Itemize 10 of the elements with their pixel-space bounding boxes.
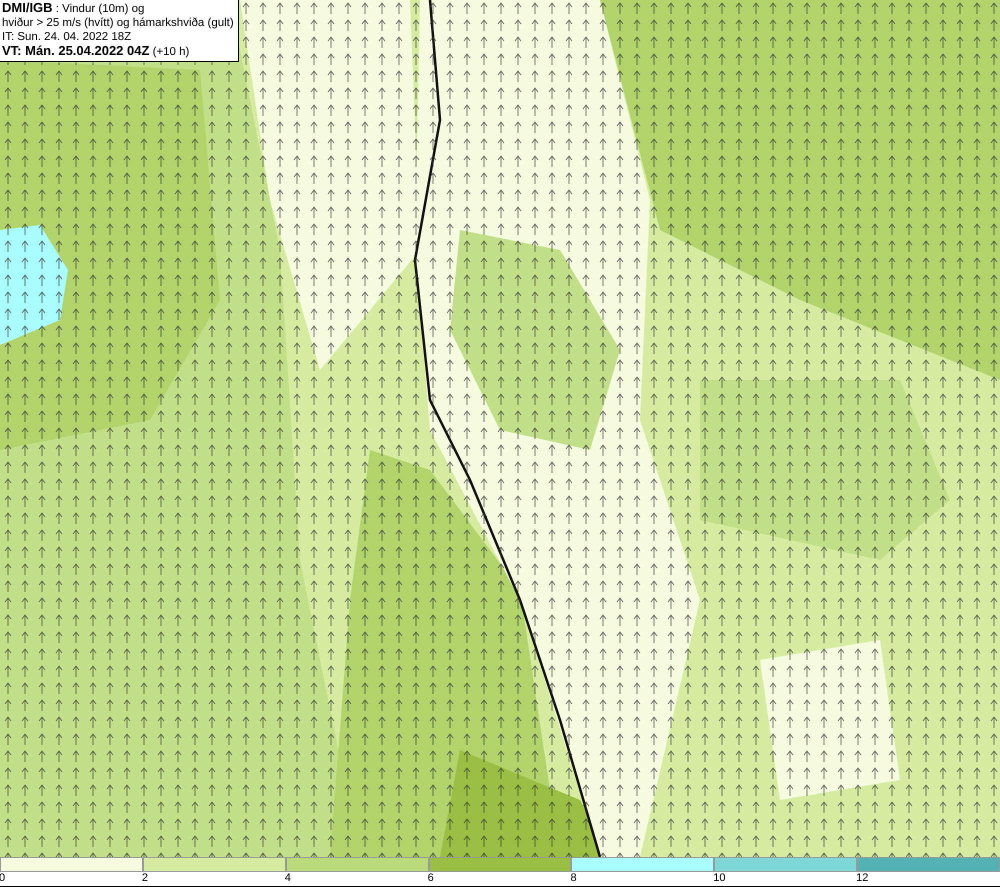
info-text: IT: Sun. 24. 04. 2022 18Z: [2, 30, 132, 44]
legend-label: 4: [284, 872, 291, 885]
info-text: VT: Mán. 25.04.2022 04Z (+10 h): [2, 44, 190, 59]
info-text: hviður > 25 m/s (hvítt) og hámarkshviða (gult): [2, 16, 234, 30]
legend-label: 8: [570, 872, 577, 885]
info-text: DMI/IGB : Vindur (10m) og: [2, 1, 146, 16]
legend-label: 12: [856, 872, 868, 885]
legend-label: 2: [142, 872, 148, 885]
legend-label: 10: [713, 872, 726, 885]
legend-label: 6: [428, 872, 434, 885]
